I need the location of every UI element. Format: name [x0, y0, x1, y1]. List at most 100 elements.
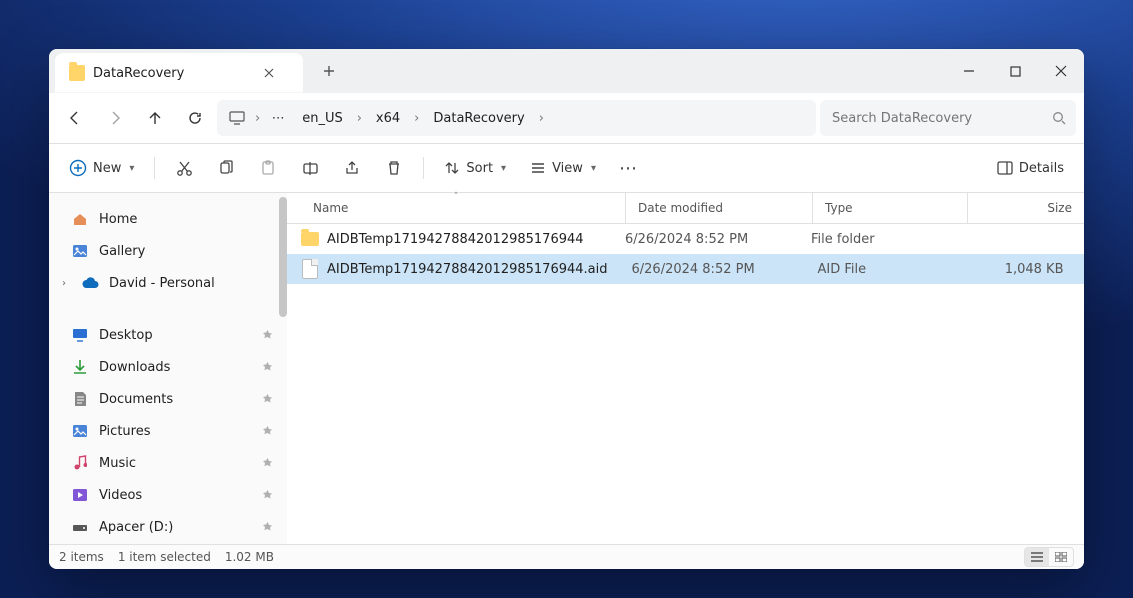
sidebar-item-drive[interactable]: Apacer (D:) — [49, 511, 287, 543]
maximize-button[interactable] — [992, 49, 1038, 93]
chevron-right-icon[interactable]: › — [537, 111, 546, 126]
pin-icon[interactable] — [262, 490, 273, 501]
share-icon — [344, 160, 360, 176]
copy-icon — [218, 160, 234, 176]
rename-icon — [302, 160, 319, 177]
sort-button[interactable]: Sort ▾ — [434, 151, 516, 185]
file-name: AIDBTemp17194278842012985176944.aid — [327, 262, 608, 277]
view-large-icons-button[interactable] — [1049, 548, 1073, 566]
column-header-date[interactable]: Date modified — [626, 193, 813, 223]
rename-button[interactable] — [291, 151, 329, 185]
up-button[interactable] — [137, 100, 173, 136]
sidebar-item-label: Desktop — [99, 328, 153, 343]
close-tab-button[interactable] — [249, 53, 289, 93]
pin-icon[interactable] — [262, 394, 273, 405]
folder-icon — [301, 230, 319, 248]
cut-button[interactable] — [165, 151, 203, 185]
scissors-icon — [176, 160, 193, 177]
pin-icon[interactable] — [262, 330, 273, 341]
home-icon — [71, 210, 89, 228]
command-bar: New ▾ Sort ▾ View ▾ — [49, 144, 1084, 193]
chevron-right-icon[interactable]: › — [355, 111, 364, 126]
close-window-button[interactable] — [1038, 49, 1084, 93]
pc-icon[interactable] — [225, 100, 249, 136]
status-item-count: 2 items — [59, 550, 104, 564]
more-button[interactable]: ⋯ — [610, 151, 648, 185]
chevron-right-icon[interactable]: › — [412, 111, 421, 126]
details-pane-button[interactable]: Details — [987, 151, 1074, 185]
forward-button[interactable] — [97, 100, 133, 136]
file-date: 6/26/2024 8:52 PM — [613, 232, 799, 247]
sidebar-item-documents[interactable]: Documents — [49, 383, 287, 415]
drive-icon — [71, 518, 89, 536]
delete-button[interactable] — [375, 151, 413, 185]
view-details-button[interactable] — [1025, 548, 1049, 566]
sort-indicator-icon: ˄ — [287, 192, 625, 202]
sort-icon — [444, 160, 460, 176]
gallery-icon — [71, 242, 89, 260]
videos-icon — [71, 486, 89, 504]
breadcrumb-datarecovery[interactable]: DataRecovery — [425, 107, 532, 130]
sidebar-item-onedrive[interactable]: › David - Personal — [49, 267, 287, 299]
paste-button[interactable] — [249, 151, 287, 185]
share-button[interactable] — [333, 151, 371, 185]
documents-icon — [71, 390, 89, 408]
back-button[interactable] — [57, 100, 93, 136]
refresh-button[interactable] — [177, 100, 213, 136]
new-button[interactable]: New ▾ — [59, 151, 144, 185]
titlebar: DataRecovery — [49, 49, 1084, 93]
pin-icon[interactable] — [262, 362, 273, 373]
sidebar-item-home[interactable]: Home — [49, 203, 287, 235]
sidebar-item-music[interactable]: Music — [49, 447, 287, 479]
status-bar: 2 items 1 item selected 1.02 MB — [49, 544, 1084, 569]
column-header-type[interactable]: Type — [813, 193, 968, 223]
cloud-icon — [81, 274, 99, 292]
sidebar-item-desktop[interactable]: Desktop — [49, 319, 287, 351]
column-header-size[interactable]: Size — [968, 193, 1084, 223]
table-row[interactable]: AIDBTemp17194278842012985176944.aid 6/26/… — [287, 254, 1084, 284]
separator — [423, 157, 424, 179]
chevron-down-icon: ▾ — [129, 163, 134, 174]
view-button[interactable]: View ▾ — [520, 151, 606, 185]
file-date: 6/26/2024 8:52 PM — [620, 262, 806, 277]
pin-icon[interactable] — [262, 426, 273, 437]
sidebar-item-label: Apacer (D:) — [99, 520, 173, 535]
column-header-name[interactable]: ˄ Name — [287, 193, 626, 223]
body: Home Gallery › David - Personal D — [49, 193, 1084, 544]
search-input[interactable] — [830, 110, 1044, 127]
navigation-pane: Home Gallery › David - Personal D — [49, 193, 287, 544]
sidebar-item-label: Gallery — [99, 244, 145, 259]
sidebar-item-pictures[interactable]: Pictures — [49, 415, 287, 447]
address-bar[interactable]: › ⋯ en_US › x64 › DataRecovery › — [217, 100, 816, 136]
chevron-right-icon[interactable]: › — [57, 278, 71, 289]
details-label: Details — [1019, 161, 1064, 176]
pin-icon[interactable] — [262, 522, 273, 533]
view-label: View — [552, 161, 583, 176]
copy-button[interactable] — [207, 151, 245, 185]
sidebar-item-label: Documents — [99, 392, 173, 407]
window-controls — [946, 49, 1084, 93]
status-selection: 1 item selected — [118, 550, 211, 564]
plus-circle-icon — [69, 159, 87, 177]
search-box[interactable] — [820, 100, 1076, 136]
tab-title: DataRecovery — [93, 66, 241, 81]
new-label: New — [93, 161, 121, 176]
clipboard-icon — [260, 160, 276, 176]
breadcrumb-x64[interactable]: x64 — [368, 107, 408, 130]
sidebar-item-gallery[interactable]: Gallery — [49, 235, 287, 267]
tab-datarecovery[interactable]: DataRecovery — [55, 53, 303, 93]
table-row[interactable]: AIDBTemp171942788420129851769446/26/2024… — [287, 224, 1084, 254]
sidebar-item-label: Home — [99, 212, 137, 227]
sidebar-item-downloads[interactable]: Downloads — [49, 351, 287, 383]
sidebar-item-videos[interactable]: Videos — [49, 479, 287, 511]
view-list-icon — [530, 160, 546, 176]
chevron-right-icon[interactable]: › — [253, 111, 262, 126]
pin-icon[interactable] — [262, 458, 273, 469]
recent-locations-button[interactable]: ⋯ — [266, 100, 290, 136]
breadcrumb-en-us[interactable]: en_US — [294, 107, 351, 130]
minimize-button[interactable] — [946, 49, 992, 93]
view-mode-toggle — [1024, 547, 1074, 567]
sidebar-item-label: David - Personal — [109, 276, 215, 291]
new-tab-button[interactable] — [309, 49, 349, 93]
folder-icon — [69, 65, 85, 81]
